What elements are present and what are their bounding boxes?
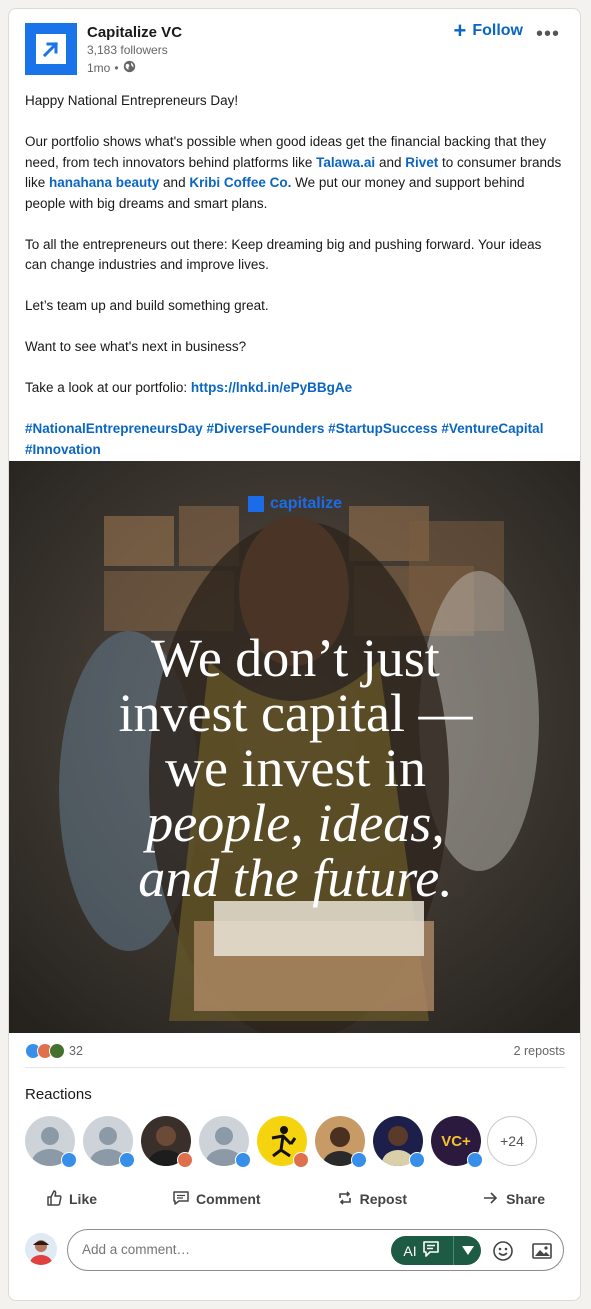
send-icon bbox=[482, 1189, 500, 1210]
reactor-avatar[interactable] bbox=[141, 1116, 193, 1168]
post-paragraph: Take a look at our portfolio: https://ln… bbox=[25, 378, 564, 399]
comment-input[interactable] bbox=[82, 1242, 282, 1257]
post-actions: Like Comment Repost Share bbox=[25, 1184, 565, 1214]
reactor-avatars: VC+ +24 bbox=[25, 1116, 570, 1168]
share-button[interactable]: Share bbox=[462, 1184, 565, 1214]
ai-label: AI bbox=[403, 1242, 417, 1259]
like-badge-icon bbox=[61, 1152, 77, 1168]
thumbs-up-icon bbox=[45, 1189, 63, 1210]
headline-line: We don’t just bbox=[151, 628, 440, 688]
like-badge-icon bbox=[467, 1152, 483, 1168]
repost-button[interactable]: Repost bbox=[316, 1184, 427, 1214]
post-paragraph: To all the entrepreneurs out there: Keep… bbox=[25, 236, 542, 273]
post-body: Happy National Entrepreneurs Day! Our po… bbox=[9, 77, 580, 460]
repost-label: Repost bbox=[359, 1191, 408, 1207]
comment-button[interactable]: Comment bbox=[152, 1184, 281, 1214]
globe-icon bbox=[123, 60, 136, 76]
repost-count[interactable]: 2 reposts bbox=[514, 1044, 565, 1058]
share-label: Share bbox=[506, 1191, 545, 1207]
post-image[interactable]: capitalize We don’t just invest capital … bbox=[9, 461, 580, 1033]
portfolio-link[interactable]: https://lnkd.in/ePyBBgAe bbox=[191, 380, 352, 395]
like-badge-icon bbox=[235, 1152, 251, 1168]
like-badge-icon bbox=[119, 1152, 135, 1168]
image-headline: We don’t just invest capital — we invest… bbox=[9, 628, 580, 908]
post-card: Capitalize VC 3,183 followers 1mo • + Fo… bbox=[8, 8, 581, 1301]
like-label: Like bbox=[69, 1191, 98, 1207]
comment-label: Comment bbox=[196, 1191, 261, 1207]
text-span: and bbox=[159, 175, 190, 190]
dot-separator: • bbox=[114, 61, 119, 75]
reactor-avatar[interactable] bbox=[315, 1116, 367, 1168]
comment-input-box[interactable]: AI bbox=[67, 1229, 564, 1271]
current-user-avatar[interactable] bbox=[25, 1233, 57, 1265]
arrow-up-right-icon bbox=[248, 496, 264, 512]
reactor-avatar[interactable] bbox=[373, 1116, 425, 1168]
text-span: and bbox=[375, 154, 406, 170]
post-paragraph: Let’s team up and build something great. bbox=[25, 298, 269, 313]
capitalize-brand: capitalize bbox=[248, 495, 342, 513]
comment-composer: AI bbox=[25, 1229, 565, 1271]
caret-down-icon[interactable] bbox=[454, 1245, 481, 1256]
post-paragraph: Our portfolio shows what's possible when… bbox=[25, 132, 564, 214]
image-icon[interactable] bbox=[531, 1240, 553, 1267]
post-paragraph: Want to see what's next in business? bbox=[25, 339, 247, 354]
arrow-up-right-icon bbox=[36, 34, 66, 64]
like-badge-icon bbox=[351, 1152, 367, 1168]
plus-icon: + bbox=[453, 18, 467, 43]
headline-line: people, ideas, bbox=[146, 793, 445, 853]
mention-talawa[interactable]: Talawa.ai bbox=[316, 155, 375, 170]
post-age-text: 1mo bbox=[87, 61, 111, 75]
more-options-icon[interactable]: ••• bbox=[536, 23, 560, 46]
post-paragraph: Happy National Entrepreneurs Day! bbox=[25, 93, 239, 108]
ai-comment-button[interactable]: AI bbox=[391, 1236, 454, 1265]
company-name[interactable]: Capitalize VC bbox=[87, 24, 182, 41]
brand-name: capitalize bbox=[270, 495, 343, 512]
reactor-avatar[interactable] bbox=[83, 1116, 135, 1168]
post-stats: 32 2 reposts bbox=[25, 1041, 565, 1065]
love-badge-icon bbox=[177, 1152, 193, 1168]
headline-line: invest capital — bbox=[118, 683, 473, 743]
reactions-heading: Reactions bbox=[25, 1086, 92, 1103]
reactor-avatar[interactable] bbox=[25, 1116, 77, 1168]
mention-rivet[interactable]: Rivet bbox=[405, 155, 438, 170]
reactor-avatar[interactable] bbox=[257, 1116, 309, 1168]
reactor-avatar[interactable]: VC+ bbox=[431, 1116, 483, 1168]
follower-count: 3,183 followers bbox=[87, 43, 168, 57]
mention-hanahana[interactable]: hanahana beauty bbox=[49, 175, 159, 190]
headline-line: and the future. bbox=[138, 848, 453, 908]
celebrate-reaction-icon bbox=[49, 1043, 65, 1059]
reaction-icons[interactable] bbox=[25, 1043, 65, 1059]
reaction-count[interactable]: 32 bbox=[69, 1044, 83, 1058]
reactor-avatar[interactable] bbox=[199, 1116, 251, 1168]
company-logo[interactable] bbox=[25, 23, 77, 75]
love-badge-icon bbox=[293, 1152, 309, 1168]
ai-assist-button[interactable]: AI bbox=[391, 1236, 481, 1265]
like-badge-icon bbox=[409, 1152, 425, 1168]
like-button[interactable]: Like bbox=[25, 1184, 117, 1214]
ai-chat-icon bbox=[421, 1240, 441, 1261]
post-header: Capitalize VC 3,183 followers 1mo • + Fo… bbox=[9, 9, 580, 77]
post-age: 1mo • bbox=[87, 60, 136, 76]
hashtags[interactable]: #NationalEntrepreneursDay #DiverseFounde… bbox=[25, 419, 564, 460]
divider bbox=[25, 1067, 565, 1068]
text-span: Take a look at our portfolio: bbox=[25, 380, 191, 395]
repost-icon bbox=[336, 1189, 354, 1210]
emoji-icon[interactable] bbox=[492, 1240, 514, 1267]
follow-label: Follow bbox=[472, 22, 523, 39]
follow-button[interactable]: + Follow bbox=[453, 20, 523, 42]
headline-line: we invest in bbox=[165, 738, 426, 798]
comment-icon bbox=[172, 1189, 190, 1210]
mention-kribi[interactable]: Kribi Coffee Co. bbox=[189, 175, 291, 190]
more-reactors-button[interactable]: +24 bbox=[487, 1116, 537, 1166]
